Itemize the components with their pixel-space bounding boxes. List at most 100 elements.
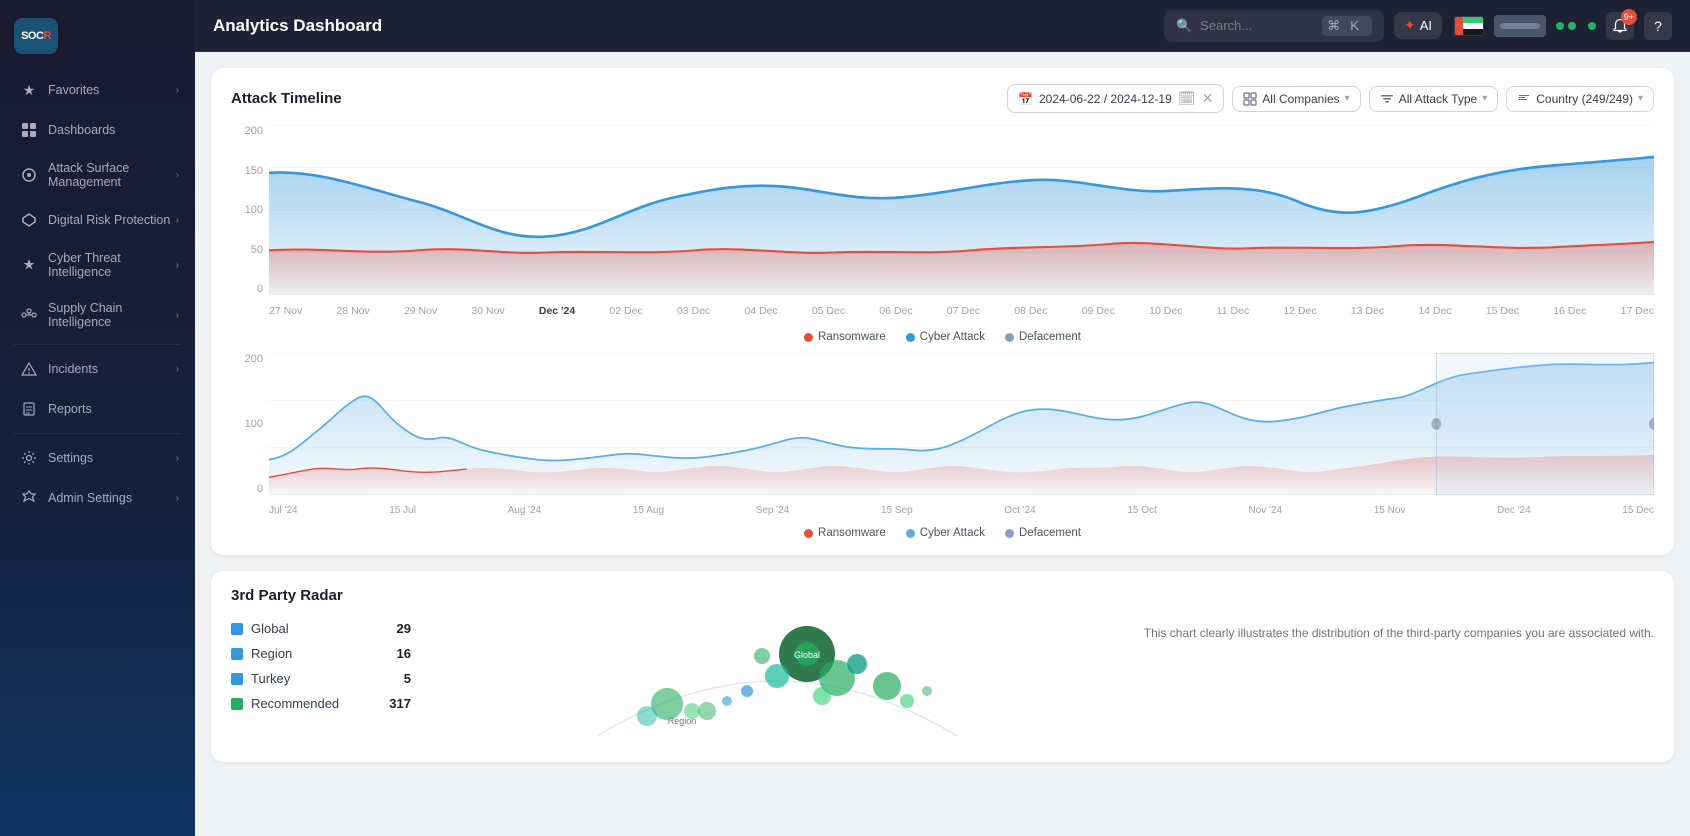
sidebar-item-reports[interactable]: Reports — [6, 390, 189, 428]
status-indicators — [1556, 22, 1596, 30]
chevron-icon: › — [176, 170, 179, 181]
sidebar-item-incidents[interactable]: Incidents › — [6, 350, 189, 388]
radar-legend-turkey: Turkey 5 — [231, 666, 411, 691]
sidebar-item-cyber-threat[interactable]: Cyber Threat Intelligence › — [6, 241, 189, 289]
notification-icon[interactable]: 9+ — [1606, 12, 1634, 40]
recommended-dot — [231, 698, 243, 710]
filter-group: 📅 2024-06-22 / 2024-12-19 🗓 ✕ All Compan… — [1007, 84, 1654, 113]
nav-separator — [14, 433, 181, 434]
radar-legend-recommended: Recommended 317 — [231, 691, 411, 716]
mini-legend-cyber-attack: Cyber Attack — [906, 527, 985, 539]
header-actions: 9+ ? — [1454, 12, 1672, 40]
companies-filter[interactable]: All Companies ▾ — [1232, 86, 1360, 112]
mini-chart-canvas — [269, 353, 1654, 495]
status-dot-green1 — [1556, 22, 1564, 30]
notification-count: 9+ — [1621, 9, 1637, 25]
radar-bubble-chart: Global Region — [431, 616, 1124, 746]
main-content: Attack Timeline 📅 2024-06-22 / 2024-12-1… — [195, 52, 1690, 836]
attack-type-icon — [1380, 92, 1394, 106]
mini-chart-legend: Ransomware Cyber Attack Defacement — [231, 527, 1654, 539]
sidebar: SOCR ★ Favorites › Dashboards Attack Sur… — [0, 0, 195, 836]
global-dot — [231, 623, 243, 635]
chevron-icon: › — [176, 493, 179, 504]
attack-type-filter[interactable]: All Attack Type ▾ — [1369, 86, 1499, 112]
sidebar-item-settings[interactable]: Settings › — [6, 439, 189, 477]
sidebar-item-dashboards[interactable]: Dashboards — [6, 111, 189, 149]
main-chart-area: 200 150 100 50 0 — [231, 125, 1654, 325]
logo-area: SOCR — [0, 8, 195, 70]
radar-title: 3rd Party Radar — [231, 587, 343, 604]
date-range-value: 2024-06-22 / 2024-12-19 — [1039, 92, 1172, 106]
chevron-icon: › — [176, 215, 179, 226]
chevron-icon: › — [176, 364, 179, 375]
sidebar-item-favorites[interactable]: ★ Favorites › — [6, 71, 189, 109]
mini-x-labels: Jul '24 15 Jul Aug '24 15 Aug Sep '24 15… — [269, 497, 1654, 523]
legend-ransomware: Ransomware — [804, 331, 886, 343]
mini-legend-defacement: Defacement — [1005, 527, 1081, 539]
cyber-threat-icon — [20, 256, 38, 274]
x-axis-labels: 27 Nov 28 Nov 29 Nov 30 Nov Dec '24 02 D… — [269, 297, 1654, 325]
incidents-icon — [20, 360, 38, 378]
country-icon — [1517, 92, 1531, 106]
chevron-attack-type: ▾ — [1482, 93, 1487, 104]
mini-ransomware-dot — [804, 529, 813, 538]
chart-legend: Ransomware Cyber Attack Defacement — [231, 331, 1654, 343]
chevron-icon: › — [176, 453, 179, 464]
flag-icon — [1454, 16, 1484, 36]
country-filter[interactable]: Country (249/249) ▾ — [1506, 86, 1654, 112]
close-date-icon[interactable]: ✕ — [1202, 90, 1214, 107]
attack-timeline-card: Attack Timeline 📅 2024-06-22 / 2024-12-1… — [211, 68, 1674, 555]
search-bar[interactable]: 🔍 Search... ⌘ K — [1164, 10, 1384, 42]
attack-timeline-header: Attack Timeline 📅 2024-06-22 / 2024-12-1… — [231, 84, 1654, 113]
mini-chart-area: 200 100 0 — [231, 353, 1654, 523]
companies-icon — [1243, 92, 1257, 106]
mini-legend-ransomware: Ransomware — [804, 527, 886, 539]
chevron-country: ▾ — [1638, 93, 1643, 104]
radar-legend-global: Global 29 — [231, 616, 411, 641]
ransomware-dot — [804, 333, 813, 342]
chevron-icon: › — [176, 310, 179, 321]
third-party-radar-card: 3rd Party Radar Global 29 Region 16 Turk… — [211, 571, 1674, 762]
reports-icon — [20, 400, 38, 418]
chevron-companies: ▾ — [1345, 93, 1350, 104]
sidebar-item-supply-chain[interactable]: Supply Chain Intelligence › — [6, 291, 189, 339]
date-range-filter[interactable]: 📅 2024-06-22 / 2024-12-19 🗓 ✕ — [1007, 84, 1224, 113]
calendar-icon: 📅 — [1018, 92, 1033, 106]
status-dot-green3 — [1588, 22, 1596, 30]
svg-text:Global: Global — [794, 650, 820, 660]
region-dot — [231, 648, 243, 660]
radar-card-header: 3rd Party Radar — [231, 587, 1654, 604]
cyber-attack-dot — [906, 333, 915, 342]
legend-defacement: Defacement — [1005, 331, 1081, 343]
attack-surface-icon — [20, 166, 38, 184]
main-chart-canvas — [269, 125, 1654, 295]
radar-description: This chart clearly illustrates the distr… — [1144, 616, 1654, 746]
mini-defacement-dot — [1005, 529, 1014, 538]
digital-risk-icon — [20, 211, 38, 229]
radar-legend-region: Region 16 — [231, 641, 411, 666]
sidebar-item-digital-risk[interactable]: Digital Risk Protection › — [6, 201, 189, 239]
sidebar-item-admin[interactable]: Admin Settings › — [6, 479, 189, 517]
radar-card-body: Global 29 Region 16 Turkey 5 Recommended… — [231, 616, 1654, 746]
mini-y-labels: 200 100 0 — [231, 353, 269, 495]
defacement-dot — [1005, 333, 1014, 342]
nav-separator — [14, 344, 181, 345]
status-dot-green2 — [1568, 22, 1576, 30]
mini-cyber-attack-dot — [906, 529, 915, 538]
chevron-icon: › — [176, 85, 179, 96]
favorites-icon: ★ — [20, 81, 38, 99]
search-placeholder: Search... — [1200, 18, 1314, 33]
legend-cyber-attack: Cyber Attack — [906, 331, 985, 343]
ai-button[interactable]: ✦ AI — [1394, 12, 1442, 39]
attack-timeline-title: Attack Timeline — [231, 90, 342, 107]
logo: SOCR — [14, 18, 58, 54]
settings-icon — [20, 449, 38, 467]
radar-legend: Global 29 Region 16 Turkey 5 Recommended… — [231, 616, 411, 746]
calendar-icon2: 🗓 — [1178, 90, 1196, 107]
dashboards-icon — [20, 121, 38, 139]
search-shortcut: ⌘ K — [1322, 16, 1372, 36]
turkey-dot — [231, 673, 243, 685]
sidebar-item-attack-surface[interactable]: Attack Surface Management › — [6, 151, 189, 199]
help-button[interactable]: ? — [1644, 12, 1672, 40]
page-title: Analytics Dashboard — [213, 16, 382, 36]
